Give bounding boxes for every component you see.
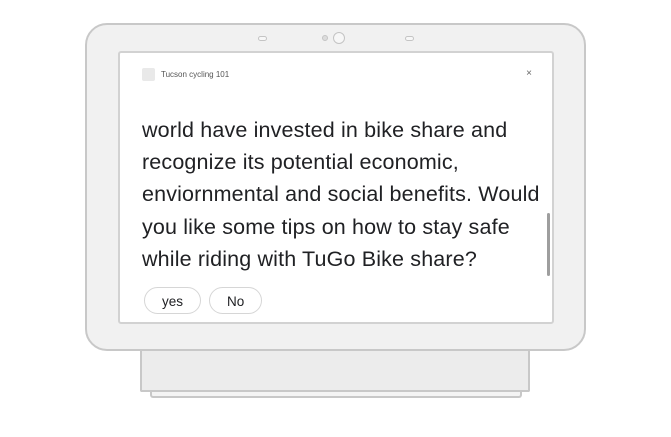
app-title: Tucson cycling 101 (161, 69, 230, 79)
device-stand (140, 346, 530, 392)
app-logo-icon (142, 67, 155, 81)
close-icon[interactable]: × (526, 67, 532, 81)
scrollbar-thumb[interactable] (547, 213, 550, 276)
scrollbar[interactable] (547, 93, 550, 277)
suggestion-chips: yes No (144, 287, 270, 314)
assistant-message: world have invested in bike share and re… (142, 117, 540, 271)
ambient-sensor-icon (322, 35, 328, 41)
microphone-right-icon (405, 36, 414, 41)
camera-icon (333, 32, 345, 44)
app-header: Tucson cycling 101 (142, 67, 229, 81)
suggestion-chip-yes[interactable]: yes (144, 287, 202, 314)
message-viewport[interactable]: world have invested in bike share and re… (142, 85, 542, 275)
microphone-left-icon (258, 36, 267, 41)
device-stand-foot (150, 392, 522, 398)
suggestion-chip-no[interactable]: No (209, 287, 263, 314)
display-screen: Tucson cycling 101 × world have invested… (118, 51, 554, 324)
